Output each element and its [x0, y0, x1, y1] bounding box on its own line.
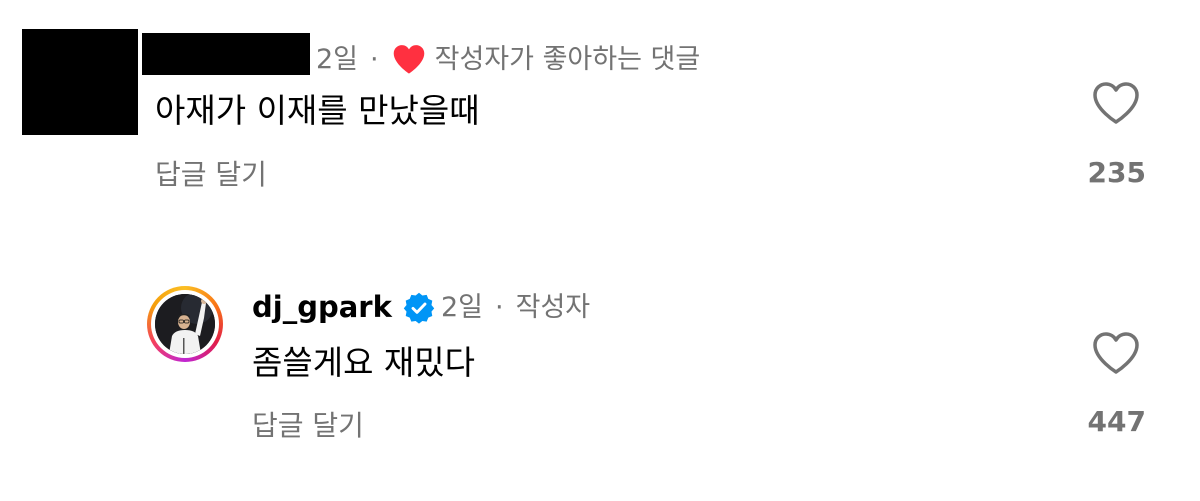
comment-time: 2일 — [316, 43, 359, 75]
comment-meta: 2일 · 작성자가 좋아하는 댓글 — [316, 43, 700, 75]
heart-outline-icon[interactable] — [1091, 330, 1141, 376]
comment-text: 아재가 이재를 만났을때 — [155, 91, 480, 130]
author-badge: 작성자 — [515, 292, 591, 323]
redacted-avatar[interactable] — [22, 29, 138, 135]
meta-separator: · — [370, 43, 379, 75]
comment-meta: 2일 · 작성자 — [441, 294, 590, 321]
reply-button[interactable]: 답글 달기 — [252, 412, 364, 440]
liked-by-author-label: 작성자가 좋아하는 댓글 — [434, 43, 701, 75]
like-count: 447 — [1087, 405, 1146, 438]
heart-outline-icon[interactable] — [1091, 80, 1141, 126]
reply-button[interactable]: 답글 달기 — [155, 161, 267, 189]
avatar-photo — [155, 294, 215, 354]
comment-time: 2일 — [441, 292, 484, 323]
redacted-username[interactable] — [142, 33, 310, 75]
comment-username[interactable]: dj_gpark — [252, 293, 392, 322]
heart-filled-icon — [393, 45, 424, 74]
verified-badge-icon — [403, 292, 435, 324]
comment-text: 좀쓸게요 재밌다 — [252, 343, 476, 382]
meta-separator: · — [495, 292, 504, 323]
avatar[interactable] — [147, 286, 223, 362]
like-count: 235 — [1087, 156, 1146, 189]
